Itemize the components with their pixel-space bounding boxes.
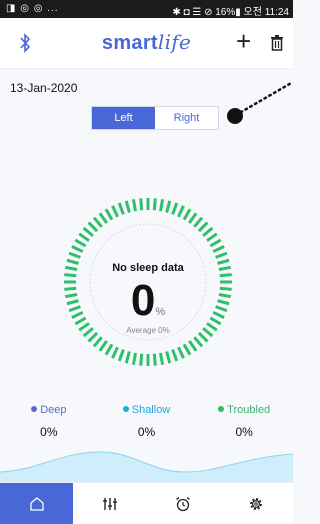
sleep-unit: % — [155, 306, 166, 318]
add-button[interactable]: + — [236, 28, 251, 54]
app-header: smartlife + — [0, 18, 293, 69]
status-right: ✱ ◘ ☰ ⊘ 16%▮ 오전 11:24 — [172, 7, 289, 18]
status-left: ◨ ◎ ◎ ... — [6, 3, 59, 14]
sliders-icon — [102, 497, 117, 510]
legend-dot-icon — [122, 406, 129, 412]
sleep-value: 0 — [130, 276, 156, 325]
sleep-percentage: 0% — [62, 276, 234, 326]
bottom-tab-bar — [0, 482, 293, 524]
sleep-legend: Deep 0% Shallow 0% Troubled 0% — [0, 404, 293, 439]
home-icon — [29, 496, 44, 511]
brand-secondary: life — [157, 30, 192, 54]
ring-readout: No sleep data 0% Average 0% — [62, 196, 234, 368]
sleep-wave — [0, 451, 293, 482]
tab-alarm[interactable] — [147, 483, 220, 524]
legend-label: Deep — [40, 404, 67, 416]
toggle-right[interactable]: Right — [155, 107, 218, 129]
tab-settings[interactable] — [220, 483, 293, 524]
settings-icon — [250, 497, 263, 510]
average-label: Average 0% — [126, 326, 170, 335]
legend-troubled: Troubled 0% — [195, 404, 293, 439]
tab-home[interactable] — [0, 483, 74, 524]
legend-shallow: Shallow 0% — [98, 404, 196, 439]
alarm-icon — [176, 496, 191, 511]
date-label: 13-Jan-2020 — [10, 81, 78, 95]
side-toggle: Left Right — [91, 106, 219, 130]
no-sleep-data-label: No sleep data — [112, 262, 184, 274]
legend-label: Troubled — [227, 404, 271, 416]
legend-label: Shallow — [131, 404, 171, 416]
legend-dot-icon — [31, 406, 38, 412]
tab-sliders[interactable] — [73, 483, 146, 524]
legend-deep: Deep 0% — [0, 404, 98, 439]
trash-icon[interactable] — [270, 35, 284, 51]
toggle-left[interactable]: Left — [92, 107, 155, 129]
legend-dot-icon — [218, 406, 225, 412]
status-bar: ◨ ◎ ◎ ... ✱ ◘ ☰ ⊘ 16%▮ 오전 11:24 — [0, 0, 293, 18]
brand-primary: smart — [101, 32, 158, 54]
pointer-annotation — [227, 80, 293, 124]
